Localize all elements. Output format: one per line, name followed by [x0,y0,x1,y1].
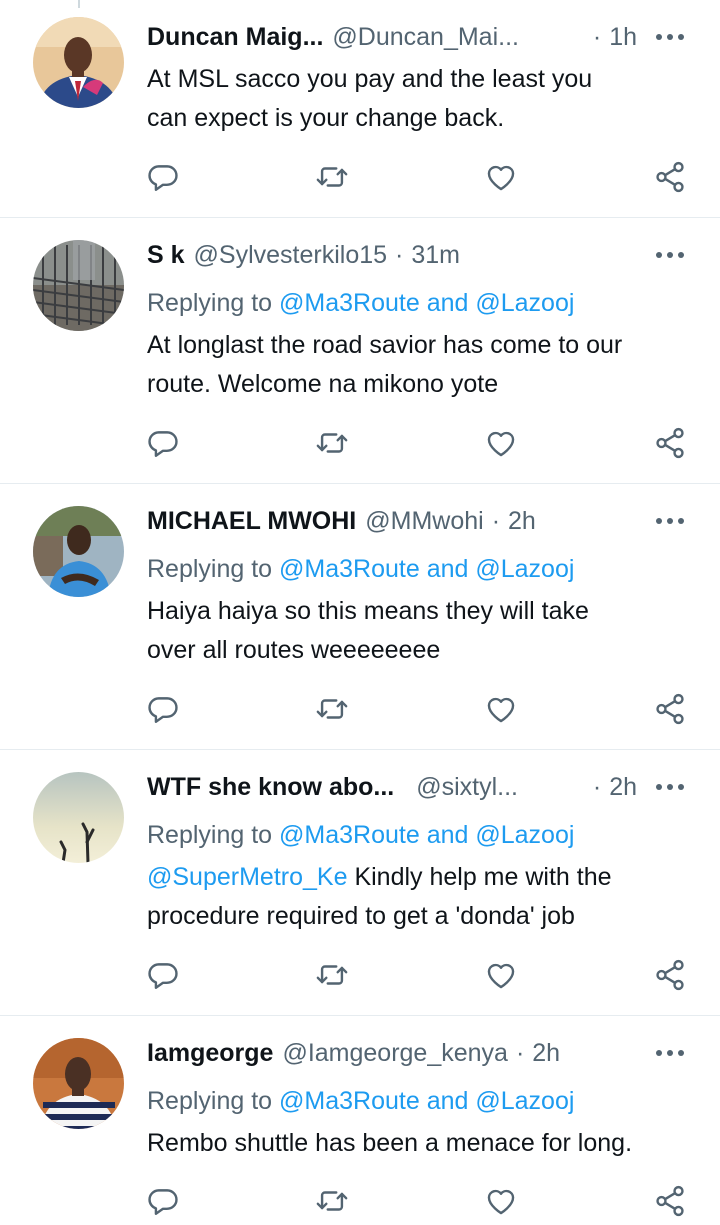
replying-mentions-link[interactable]: @Ma3Route and @Lazooj [279,1087,574,1115]
tweet-text-line: over all routes weeeeeeee [147,636,441,664]
display-name[interactable]: Iamgeorge [147,1039,273,1068]
replying-label: Replying to [147,1087,273,1115]
tweet-text-line: Rembo shuttle has been a menace for long… [147,1129,633,1157]
tweet-text-line: At longlast the road savior has come to … [147,331,623,359]
timestamp[interactable]: 2h [532,1039,560,1068]
reply-icon[interactable] [146,160,180,194]
tweet-2[interactable]: S k @Sylvesterkilo15 · 31m Replying to @… [0,218,720,484]
user-handle[interactable]: @sixtyl... [416,773,518,802]
timestamp[interactable]: 2h [609,773,637,802]
user-handle[interactable]: @Sylvesterkilo15 [194,241,388,270]
tweet-actions [0,160,720,194]
display-name[interactable]: MICHAEL MWOHI [147,507,356,536]
share-icon[interactable] [653,692,687,726]
more-dots-icon[interactable] [654,1038,686,1068]
avatar[interactable] [33,1038,124,1129]
display-name[interactable]: WTF she know abo... [147,773,394,802]
tweet-actions [0,958,720,992]
more-dots-icon[interactable] [654,772,686,802]
tweet-actions [0,692,720,726]
replying-label: Replying to [147,555,273,583]
avatar[interactable] [33,17,124,108]
retweet-icon[interactable] [315,1184,349,1218]
like-icon[interactable] [484,692,518,726]
avatar-image [33,240,124,331]
more-dots-icon[interactable] [654,22,686,52]
timestamp[interactable]: 2h [508,507,536,536]
replying-to-line: Replying to @Ma3Route and @Lazooj [147,549,574,589]
separator-dot: · [491,506,501,535]
replying-label: Replying to [147,821,273,849]
replying-to-line: Replying to @Ma3Route and @Lazooj [147,815,574,855]
replying-to-line: Replying to @Ma3Route and @Lazooj [147,1081,574,1121]
tweet-text: Kindly help me with the [354,863,612,891]
reply-icon[interactable] [146,958,180,992]
share-icon[interactable] [653,426,687,460]
separator-dot: · [592,22,602,51]
separator-dot: · [515,1038,525,1067]
display-name[interactable]: Duncan Maig... [147,23,323,52]
avatar[interactable] [33,772,124,863]
avatar-image [33,506,124,597]
replying-mentions-link[interactable]: @Ma3Route and @Lazooj [279,555,574,583]
avatar-image [33,1038,124,1129]
tweet-actions [0,426,720,460]
retweet-icon[interactable] [315,958,349,992]
retweet-icon[interactable] [315,692,349,726]
like-icon[interactable] [484,426,518,460]
retweet-icon[interactable] [315,160,349,194]
tweet-1[interactable]: Duncan Maig... @Duncan_Mai... · 1h At MS… [0,0,720,218]
separator-dot: · [395,240,404,269]
user-handle[interactable]: @Duncan_Mai... [332,23,519,52]
mention-link[interactable]: @SuperMetro_Ke [147,863,347,891]
replying-to-line: Replying to @Ma3Route and @Lazooj [147,283,574,323]
tweet-text-line: procedure required to get a 'donda' job [147,902,575,930]
replying-mentions-link[interactable]: @Ma3Route and @Lazooj [279,289,574,317]
timestamp[interactable]: 31m [411,241,460,270]
timestamp[interactable]: 1h [609,23,637,52]
tweet-text-line: Haiya haiya so this means they will take [147,597,589,625]
share-icon[interactable] [653,958,687,992]
tweet-5[interactable]: Iamgeorge @Iamgeorge_kenya · 2h Replying… [0,1016,720,1225]
replying-mentions-link[interactable]: @Ma3Route and @Lazooj [279,821,574,849]
more-dots-icon[interactable] [654,240,686,270]
like-icon[interactable] [484,160,518,194]
reply-icon[interactable] [146,426,180,460]
user-handle[interactable]: @MMwohi [365,507,483,536]
more-dots-icon[interactable] [654,506,686,536]
tweet-3[interactable]: MICHAEL MWOHI @MMwohi · 2h Replying to @… [0,484,720,750]
user-handle[interactable]: @Iamgeorge_kenya [282,1039,508,1068]
share-icon[interactable] [653,1184,687,1218]
share-icon[interactable] [653,160,687,194]
avatar-image [33,17,124,108]
tweet-text-line: route. Welcome na mikono yote [147,370,499,398]
retweet-icon[interactable] [315,426,349,460]
tweet-4[interactable]: WTF she know abo... @sixtyl... · 2h Repl… [0,750,720,1016]
like-icon[interactable] [484,1184,518,1218]
avatar-image [33,772,124,863]
reply-icon[interactable] [146,1184,180,1218]
avatar[interactable] [33,240,124,331]
tweet-text-line: @SuperMetro_Ke Kindly help me with the [147,857,612,897]
reply-icon[interactable] [146,692,180,726]
separator-dot: · [592,772,602,801]
replying-label: Replying to [147,289,273,317]
tweet-actions [0,1184,720,1218]
avatar[interactable] [33,506,124,597]
tweet-text-line: can expect is your change back. [147,104,505,132]
like-icon[interactable] [484,958,518,992]
tweet-text-line: At MSL sacco you pay and the least you [147,65,593,93]
display-name[interactable]: S k [147,241,185,270]
